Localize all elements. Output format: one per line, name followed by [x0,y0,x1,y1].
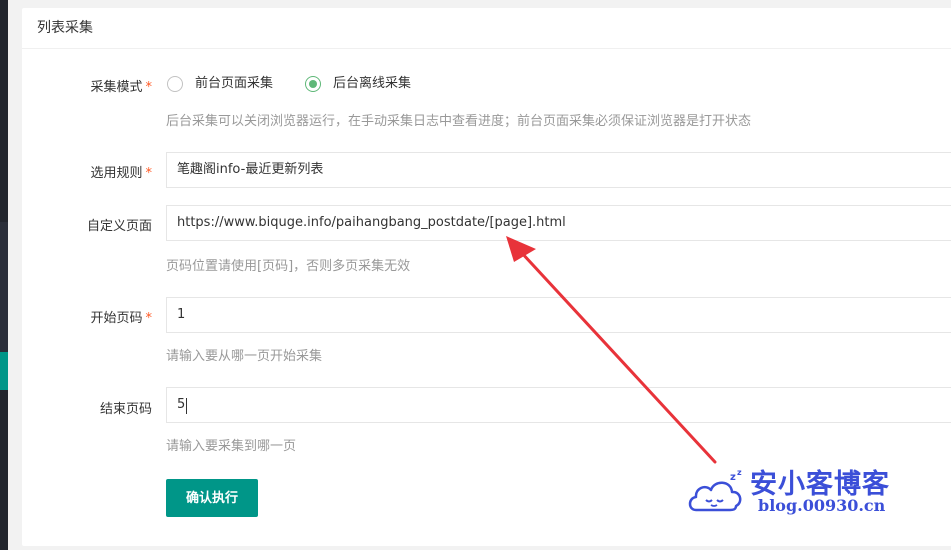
radio-circle-unchecked[interactable] [167,76,183,92]
start-page-label: 开始页码 * [90,311,153,326]
start-page-hint: 请输入要从哪一页开始采集 [166,349,323,364]
start-page-input[interactable]: 1 [166,297,951,333]
required-mark: * [145,311,153,326]
required-mark: * [145,166,153,181]
mode-hint: 后台采集可以关闭浏览器运行，在手动采集日志中查看进度；前台页面采集必须保证浏览器… [166,114,752,129]
svg-text:z: z [730,472,736,483]
radio-frontend-collect[interactable]: 前台页面采集 [167,74,273,94]
radio-frontend-label: 前台页面采集 [195,76,274,91]
end-page-input[interactable]: 5 [166,387,951,423]
sidebar-active-indicator [0,352,8,390]
rule-select[interactable]: 笔趣阁info-最近更新列表 [166,152,951,188]
end-page-value: 5 [177,397,186,412]
rule-label: 选用规则 * [90,166,153,181]
watermark-url: blog.00930.cn [758,496,886,515]
custom-page-hint: 页码位置请使用[页码]，否则多页采集无效 [166,259,411,274]
card-title: 列表采集 [22,8,951,49]
required-mark: * [145,80,153,95]
end-page-label: 结束页码 [99,402,152,417]
confirm-execute-button[interactable]: 确认执行 [166,479,258,517]
cloud-sleep-icon: z z [688,468,742,512]
sidebar-edge-segment [0,222,8,352]
radio-backend-collect[interactable]: 后台离线采集 [305,74,411,94]
text-caret [186,398,187,414]
mode-label: 采集模式 * [90,80,153,95]
blog-watermark: z z 安小客博客 blog.00930.cn [686,464,906,520]
custom-page-label: 自定义页面 [86,219,152,234]
svg-text:z: z [737,468,742,477]
end-page-hint: 请输入要采集到哪一页 [166,439,297,454]
radio-circle-checked[interactable] [305,76,321,92]
radio-backend-label: 后台离线采集 [333,76,412,91]
custom-page-input[interactable]: https://www.biquge.info/paihangbang_post… [166,205,951,241]
sidebar-edge [0,0,8,550]
